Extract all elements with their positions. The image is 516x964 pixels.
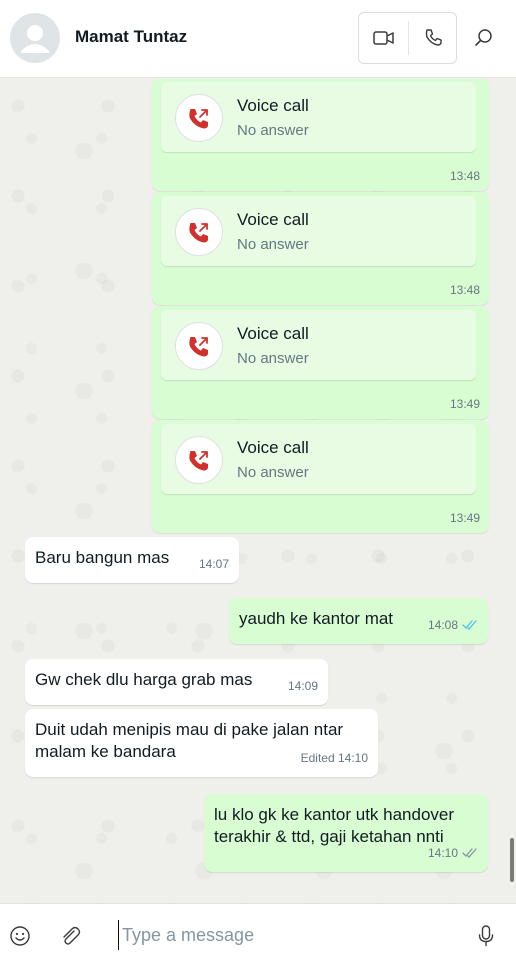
contact-name[interactable]: Mamat Tuntaz	[75, 27, 187, 47]
missed-call-message[interactable]: Voice call No answer 13:48	[152, 192, 489, 305]
search-icon	[475, 29, 492, 46]
contact-avatar[interactable]	[10, 13, 60, 63]
incoming-message[interactable]: Duit udah menipis mau di pake jalan ntar…	[25, 709, 378, 777]
message-text: Duit udah menipis mau di pake jalan ntar…	[35, 720, 344, 761]
call-icon-container	[175, 94, 223, 142]
message-text: yaudh ke kantor mat	[239, 609, 394, 628]
call-card[interactable]: Voice call No answer	[161, 82, 476, 152]
missed-outgoing-call-icon	[189, 451, 208, 471]
message-time: 14:08	[428, 614, 478, 636]
missed-outgoing-call-icon	[189, 109, 208, 129]
search-button[interactable]	[468, 20, 500, 56]
call-icon-container	[175, 322, 223, 370]
read-receipt-icon	[462, 620, 477, 630]
attach-button[interactable]	[54, 920, 86, 952]
call-card[interactable]: Voice call No answer	[161, 424, 476, 494]
call-button-group	[358, 12, 457, 64]
message-text: Gw chek dlu harga grab mas	[35, 670, 253, 689]
message-composer	[0, 903, 516, 964]
avatar-icon	[21, 25, 49, 53]
call-status: No answer	[237, 350, 309, 367]
chat-scrollbar[interactable]	[510, 838, 514, 882]
message-time: 14:07	[198, 557, 229, 571]
outgoing-message[interactable]: yaudh ke kantor mat 14:08	[229, 598, 488, 644]
call-title: Voice call	[237, 438, 309, 457]
call-title: Voice call	[237, 96, 309, 115]
message-time: 14:09	[287, 679, 318, 693]
emoji-button[interactable]	[4, 920, 36, 952]
missed-call-message[interactable]: Voice call No answer 13:49	[152, 306, 489, 419]
call-card[interactable]: Voice call No answer	[161, 196, 476, 266]
message-time: 13:48	[449, 169, 480, 183]
message-text: Baru bangun mas	[35, 548, 170, 567]
chat-header: Mamat Tuntaz	[0, 0, 516, 78]
call-title: Voice call	[237, 210, 309, 229]
incoming-message[interactable]: Baru bangun mas 14:07	[25, 537, 239, 583]
message-time: 14:10	[428, 842, 478, 864]
incoming-message[interactable]: Gw chek dlu harga grab mas 14:09	[25, 659, 328, 705]
message-input[interactable]	[118, 920, 448, 950]
voice-call-icon	[425, 29, 442, 46]
missed-outgoing-call-icon	[189, 337, 208, 357]
missed-call-message[interactable]: Voice call No answer 13:49	[152, 420, 489, 533]
message-time: Edited 14:10	[300, 751, 368, 765]
delivered-receipt-icon	[462, 848, 477, 858]
missed-call-message[interactable]: Voice call No answer 13:48	[152, 79, 489, 191]
call-status: No answer	[237, 464, 309, 481]
call-status: No answer	[237, 122, 309, 139]
missed-outgoing-call-icon	[189, 223, 208, 243]
chat-messages-pane[interactable]: Voice call No answer 13:48 Voice call No…	[0, 79, 516, 903]
call-card[interactable]: Voice call No answer	[161, 310, 476, 380]
message-time: 13:48	[449, 283, 480, 297]
emoji-icon	[10, 926, 30, 946]
message-text: lu klo gk ke kantor utk handover terakhi…	[214, 805, 455, 846]
call-status: No answer	[237, 236, 309, 253]
video-call-icon	[372, 31, 394, 45]
message-time: 13:49	[449, 397, 480, 411]
call-icon-container	[175, 436, 223, 484]
attach-icon	[63, 926, 81, 945]
call-icon-container	[175, 208, 223, 256]
voice-call-button[interactable]	[409, 13, 458, 63]
outgoing-message[interactable]: lu klo gk ke kantor utk handover terakhi…	[204, 794, 488, 872]
voice-message-button[interactable]	[470, 920, 502, 952]
video-call-button[interactable]	[359, 13, 408, 63]
call-title: Voice call	[237, 324, 309, 343]
microphone-icon	[478, 925, 494, 947]
message-time: 13:49	[449, 511, 480, 525]
